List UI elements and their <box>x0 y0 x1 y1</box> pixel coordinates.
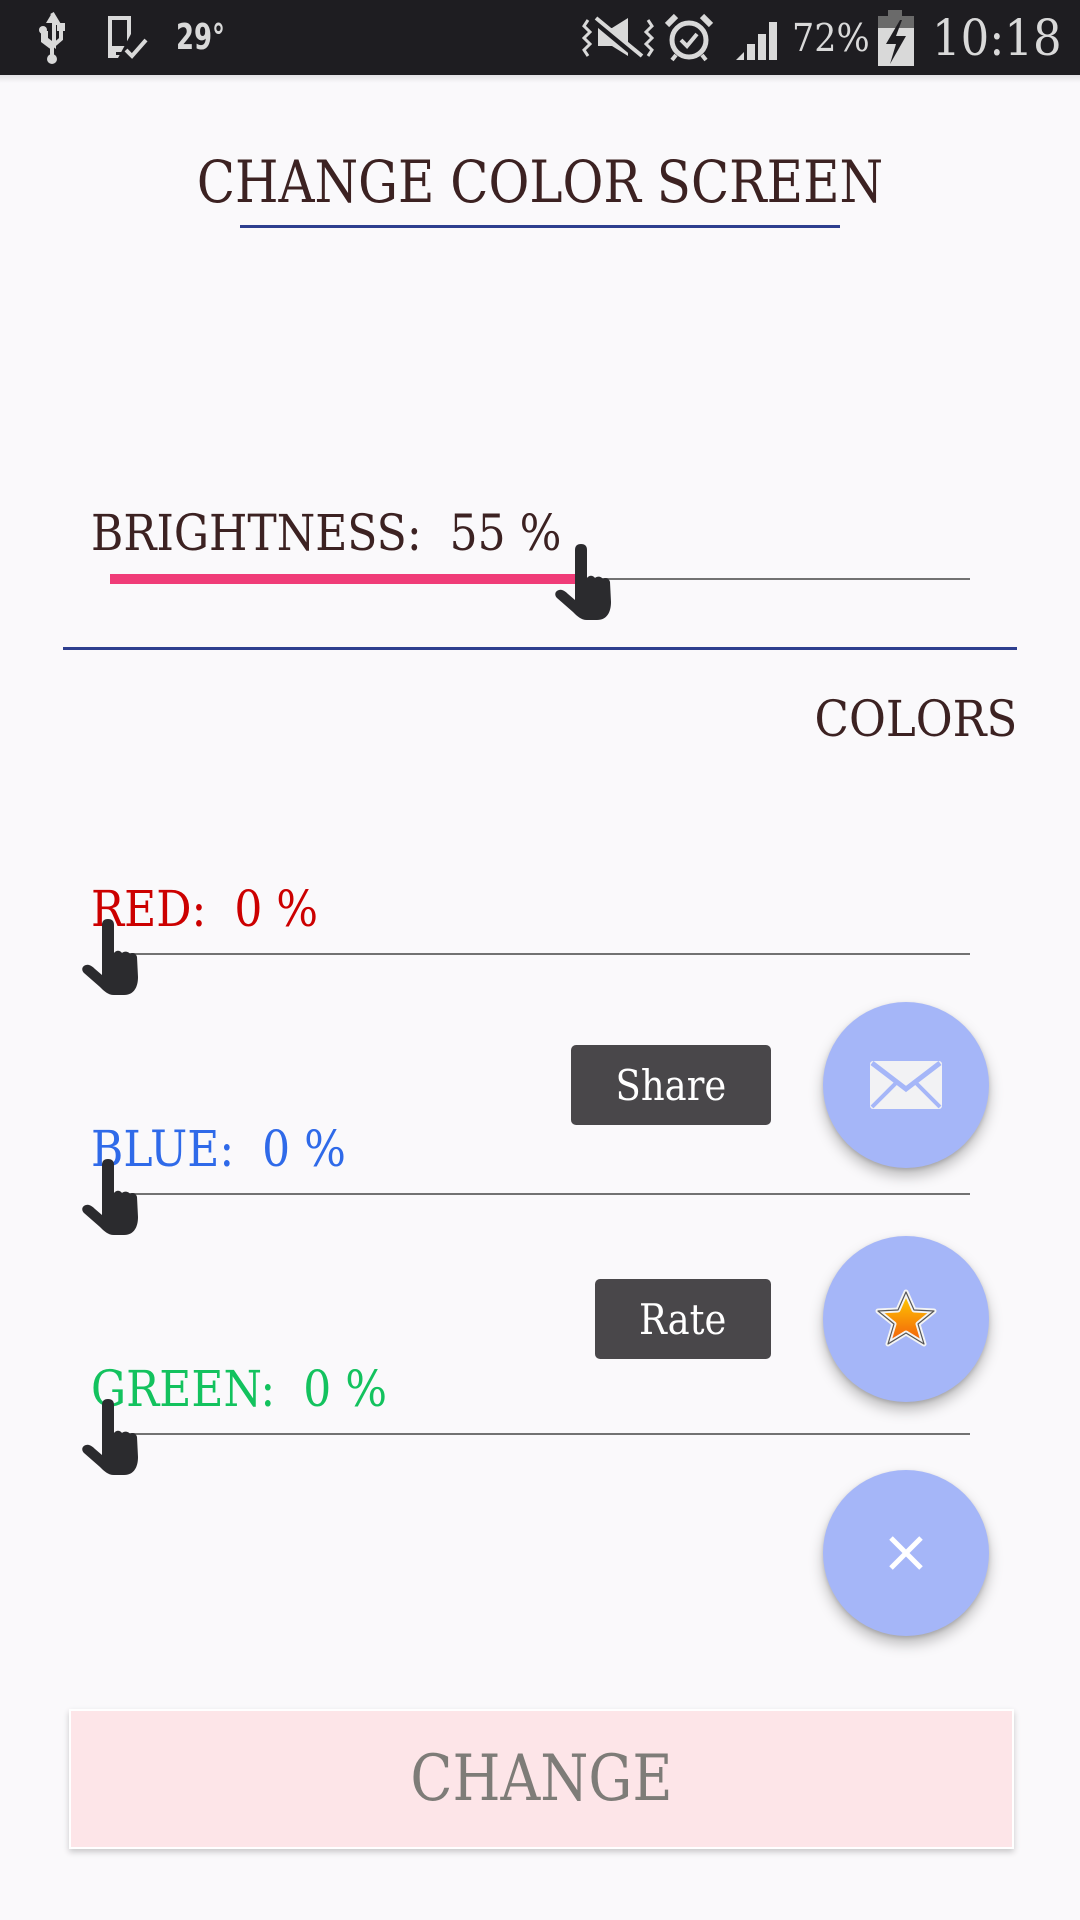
status-bar-shadow <box>0 75 1080 83</box>
usb-icon <box>34 0 70 75</box>
hand-pointer-thumb-icon[interactable] <box>78 1397 148 1477</box>
section-divider <box>63 647 1017 650</box>
signal-icon <box>734 0 782 75</box>
rate-fab-button[interactable] <box>823 1236 989 1402</box>
colors-heading: COLORS <box>814 690 1017 748</box>
red-slider[interactable] <box>82 905 970 1005</box>
rate-label-text: Rate <box>639 1294 727 1344</box>
alarm-icon <box>664 0 714 75</box>
blue-slider[interactable] <box>82 1145 970 1245</box>
green-slider[interactable] <box>82 1385 970 1485</box>
battery-percent-text: 72% <box>792 15 870 60</box>
hand-pointer-thumb-icon[interactable] <box>78 917 148 997</box>
title-underline <box>240 225 840 228</box>
change-button-label: CHANGE <box>410 1742 673 1816</box>
slider-fill <box>110 574 583 584</box>
close-fab-button[interactable] <box>823 1470 989 1636</box>
change-button[interactable]: CHANGE <box>69 1709 1014 1849</box>
share-tooltip-label[interactable]: Share <box>571 1045 771 1125</box>
slider-track <box>110 1433 970 1435</box>
share-label-text: Share <box>615 1060 727 1110</box>
device-check-icon <box>104 0 150 75</box>
close-icon <box>889 1536 923 1570</box>
envelope-icon <box>870 1061 942 1109</box>
rate-tooltip-label[interactable]: Rate <box>595 1279 771 1359</box>
brightness-slider[interactable] <box>110 530 970 630</box>
vibrate-mute-icon <box>582 0 654 75</box>
star-icon <box>875 1289 937 1347</box>
slider-track <box>110 1193 970 1195</box>
share-fab-button[interactable] <box>823 1002 989 1168</box>
hand-pointer-thumb-icon[interactable] <box>551 542 621 622</box>
page-title: CHANGE COLOR SCREEN <box>196 148 884 216</box>
status-bar: 29° 72% 10:18 <box>0 0 1080 75</box>
clock-text: 10:18 <box>932 8 1062 67</box>
slider-track <box>110 953 970 955</box>
hand-pointer-thumb-icon[interactable] <box>78 1157 148 1237</box>
temperature-text: 29° <box>176 17 226 58</box>
battery-charging-icon <box>876 0 916 75</box>
